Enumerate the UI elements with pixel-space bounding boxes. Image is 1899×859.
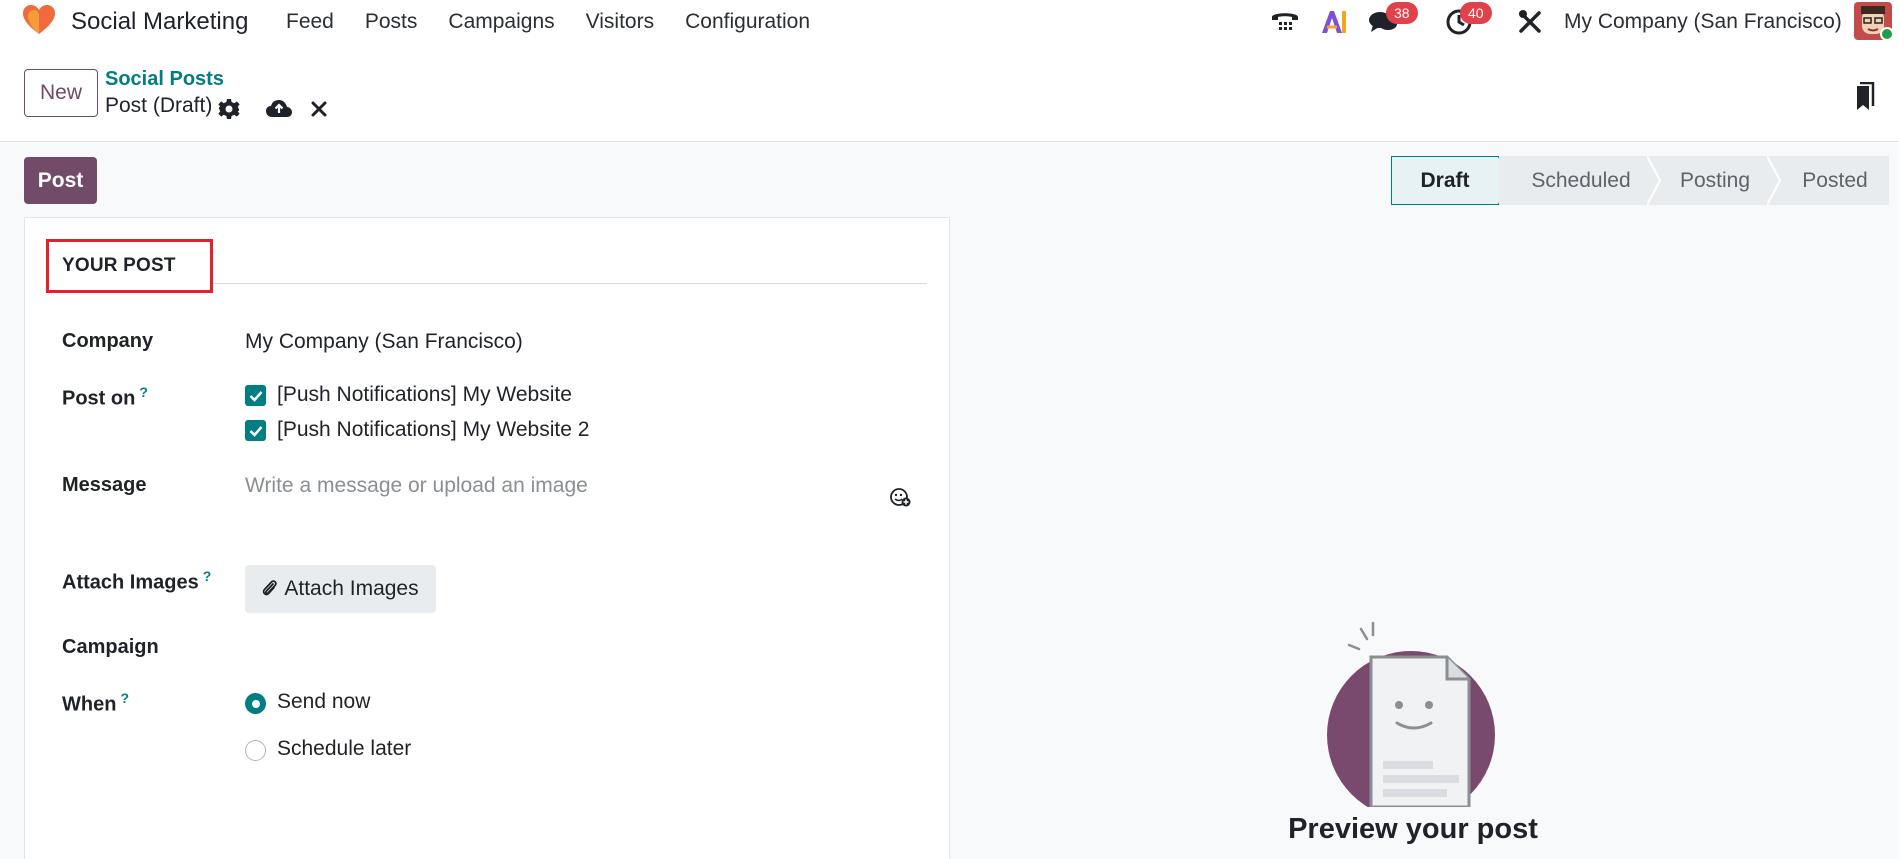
attach-images-label: Attach Images? <box>62 568 211 595</box>
campaign-label: Campaign <box>62 636 159 658</box>
ai-icon[interactable] <box>1318 6 1350 38</box>
form-view: Post Draft Scheduled Posting Posted YOUR… <box>0 143 1899 859</box>
post-on-help-icon[interactable]: ? <box>139 384 148 400</box>
breadcrumb-social-posts[interactable]: Social Posts <box>105 68 224 91</box>
top-navbar: Social Marketing Feed Posts Campaigns Vi… <box>0 0 1899 44</box>
menu-campaigns[interactable]: Campaigns <box>448 10 554 34</box>
form-sheet: YOUR POST Company My Company (San Franci… <box>24 217 950 859</box>
debug-tools-icon[interactable] <box>1514 6 1546 38</box>
stage-posting[interactable]: Posting <box>1647 156 1781 205</box>
section-title: YOUR POST <box>62 255 176 276</box>
message-label: Message <box>62 474 147 496</box>
section-divider <box>213 283 927 284</box>
attach-help-icon[interactable]: ? <box>203 568 212 584</box>
menu-feed[interactable]: Feed <box>286 10 334 34</box>
when-help-icon[interactable]: ? <box>120 690 129 706</box>
stage-scheduled[interactable]: Scheduled <box>1499 156 1661 205</box>
gear-icon[interactable] <box>216 96 242 122</box>
stage-draft[interactable]: Draft <box>1391 156 1514 205</box>
phone-icon[interactable] <box>1269 6 1301 38</box>
online-status-dot <box>1880 27 1894 41</box>
app-name[interactable]: Social Marketing <box>71 8 248 36</box>
cloud-save-icon[interactable] <box>266 96 292 122</box>
status-bar: Draft Scheduled Posting Posted <box>1391 156 1889 205</box>
post-button[interactable]: Post <box>24 157 97 204</box>
new-button[interactable]: New <box>24 69 98 117</box>
account-1-checkbox[interactable] <box>245 385 266 406</box>
menu-visitors[interactable]: Visitors <box>586 10 654 34</box>
account-1-label[interactable]: [Push Notifications] My Website <box>277 383 572 407</box>
send-now-label[interactable]: Send now <box>277 690 370 714</box>
attach-images-button[interactable]: Attach Images <box>245 565 436 613</box>
account-2-label[interactable]: [Push Notifications] My Website 2 <box>277 418 589 442</box>
menu-posts[interactable]: Posts <box>365 10 418 34</box>
emoji-picker-icon[interactable] <box>889 486 911 508</box>
stage-posted[interactable]: Posted <box>1767 156 1889 205</box>
discard-close-icon[interactable] <box>306 96 332 122</box>
attach-images-label-text: Attach Images <box>62 571 199 594</box>
stage-scheduled-label: Scheduled <box>1531 168 1631 192</box>
company-switcher[interactable]: My Company (San Francisco) <box>1564 10 1842 34</box>
record-title: Post (Draft) <box>105 94 213 117</box>
post-on-label: Post on? <box>62 384 148 411</box>
control-panel: New Social Posts Post (Draft) <box>0 44 1899 142</box>
stage-draft-label: Draft <box>1420 168 1470 192</box>
when-label: When? <box>62 690 129 717</box>
preview-placeholder-illustration <box>1327 621 1495 807</box>
account-2-checkbox[interactable] <box>245 420 266 441</box>
post-on-label-text: Post on <box>62 387 136 410</box>
bookmark-icon[interactable] <box>1853 82 1877 112</box>
messages-badge: 38 <box>1386 2 1418 24</box>
when-label-text: When <box>62 693 117 716</box>
company-label: Company <box>62 330 154 352</box>
preview-pane: Preview your post <box>951 217 1875 859</box>
menu-configuration[interactable]: Configuration <box>685 10 810 34</box>
paperclip-icon <box>263 580 278 596</box>
company-field[interactable]: My Company (San Francisco) <box>245 330 523 354</box>
stage-posting-label: Posting <box>1679 168 1751 192</box>
message-input[interactable]: Write a message or upload an image <box>245 474 588 498</box>
main-menu: Feed Posts Campaigns Visitors Configurat… <box>286 10 841 34</box>
schedule-later-label[interactable]: Schedule later <box>277 737 411 761</box>
app-logo-icon[interactable] <box>22 5 56 35</box>
schedule-later-radio[interactable] <box>245 740 266 761</box>
activities-badge: 40 <box>1460 2 1492 24</box>
campaign-input[interactable] <box>245 630 725 660</box>
send-now-radio[interactable] <box>245 693 266 714</box>
stage-posted-label: Posted <box>1802 168 1868 192</box>
attach-images-button-label: Attach Images <box>284 577 419 600</box>
preview-title: Preview your post <box>1288 813 1538 845</box>
